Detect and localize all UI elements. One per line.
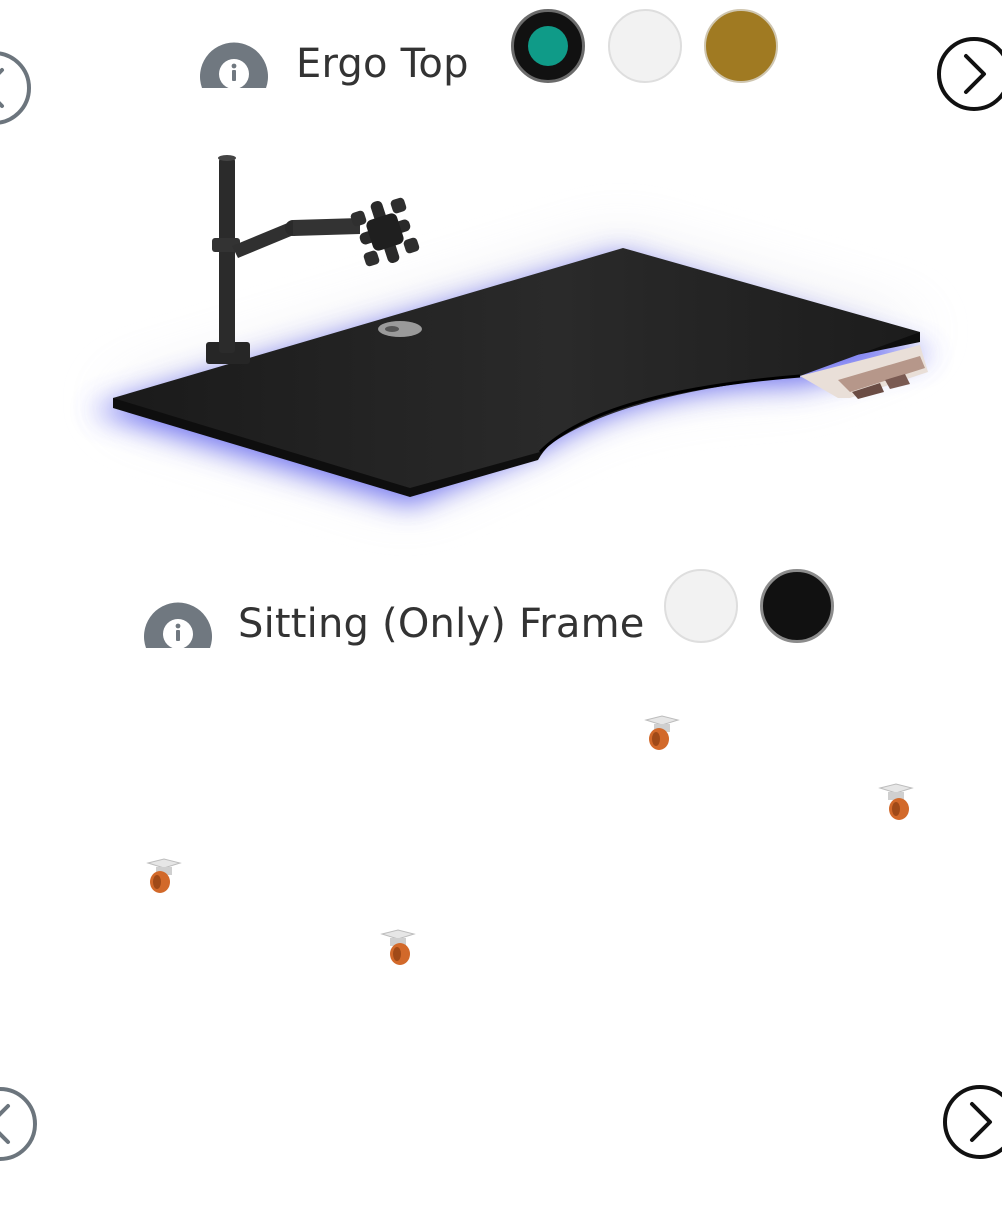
swatch-gold[interactable] <box>704 9 778 83</box>
swatch-teal-fill <box>528 26 568 66</box>
caster-wheel-icon <box>146 858 182 893</box>
info-icon[interactable] <box>198 26 270 90</box>
desk-top-image <box>90 155 935 505</box>
chevron-left-icon[interactable] <box>0 1086 38 1162</box>
swatch-white[interactable] <box>608 9 682 83</box>
caster-wheel-icon <box>878 783 914 820</box>
swatch-white[interactable] <box>664 569 738 643</box>
swatch-black[interactable] <box>760 569 834 643</box>
chevron-left-icon[interactable] <box>0 50 32 126</box>
chevron-right-icon[interactable] <box>942 1084 1002 1160</box>
caster-wheel-icon <box>380 929 416 965</box>
info-icon[interactable] <box>142 586 214 650</box>
desk-configurator: Ergo Top Sitting (Only) Frame <box>0 0 1002 1215</box>
swatch-teal[interactable] <box>511 9 585 83</box>
section-title-top: Ergo Top <box>296 41 469 87</box>
caster-wheel-icon <box>644 715 680 750</box>
section-title-frame: Sitting (Only) Frame <box>238 601 645 647</box>
chevron-right-icon[interactable] <box>936 36 1002 112</box>
